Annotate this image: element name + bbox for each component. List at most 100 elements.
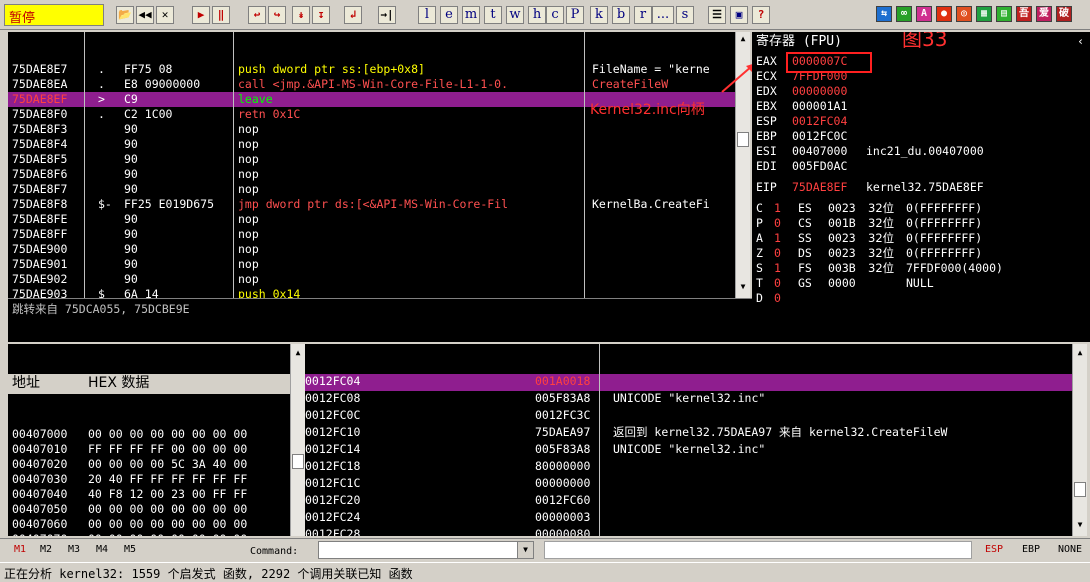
- flag-value[interactable]: 1: [774, 231, 781, 246]
- plugin-icon[interactable]: ●: [936, 6, 952, 22]
- dump-scrollbar[interactable]: ▲: [290, 344, 305, 536]
- stack-pane[interactable]: 0012FC04 001A0018 0012FC08 005F83A8 UNICODE …: [305, 344, 1072, 536]
- trace-into-button[interactable]: ↡: [292, 6, 310, 24]
- stack-address[interactable]: 0012FC1C: [305, 476, 360, 491]
- run-button[interactable]: ▶: [192, 6, 210, 24]
- memory-tab-m3[interactable]: M3: [68, 544, 80, 555]
- disasm-row[interactable]: 75DAE8F3 90 nop: [8, 122, 737, 137]
- stack-row[interactable]: 0012FC24 00000003: [305, 510, 1072, 527]
- window-r-button[interactable]: r: [634, 6, 652, 24]
- layout-icon[interactable]: ▣: [730, 6, 748, 24]
- stack-address[interactable]: 0012FC20: [305, 493, 360, 508]
- dump-row[interactable]: 00407070 00 00 00 00 00 00 00 00: [8, 532, 296, 536]
- window-w-button[interactable]: w: [506, 6, 524, 24]
- dump-header-hex[interactable]: HEX 数据: [88, 376, 149, 391]
- stack-row[interactable]: 0012FC1C 00000000: [305, 476, 1072, 493]
- dump-address[interactable]: 00407030: [12, 472, 67, 487]
- disasm-row[interactable]: 75DAE8E7. FF75 08 push dword ptr ss:[ebp+0…: [8, 62, 737, 77]
- stack-row[interactable]: 0012FC0C 0012FC3C: [305, 408, 1072, 425]
- flag-value[interactable]: 1: [774, 261, 781, 276]
- memory-tab-m2[interactable]: M2: [40, 544, 52, 555]
- stack-row[interactable]: 0012FC04 001A0018: [305, 374, 1072, 391]
- window-h-button[interactable]: h: [528, 6, 546, 24]
- memory-tab-m5[interactable]: M5: [124, 544, 136, 555]
- register-value[interactable]: 0012FC0C: [792, 129, 847, 144]
- window-t-button[interactable]: t: [484, 6, 502, 24]
- goto-button[interactable]: →|: [378, 6, 396, 24]
- scroll-thumb[interactable]: [1074, 482, 1086, 497]
- disasm-address[interactable]: 75DAE902: [12, 272, 67, 287]
- memory-tab-m1[interactable]: M1: [14, 544, 26, 555]
- disasm-address[interactable]: 75DAE8F8: [12, 197, 67, 212]
- disasm-row[interactable]: 75DAE8FF 90 nop: [8, 227, 737, 242]
- step-into-button[interactable]: ↩: [248, 6, 266, 24]
- disasm-address[interactable]: 75DAE8EF: [12, 92, 67, 107]
- disasm-address[interactable]: 75DAE8F7: [12, 182, 67, 197]
- stack-row[interactable]: 0012FC14 005F83A8 UNICODE "kernel32.inc": [305, 442, 1072, 459]
- disasm-address[interactable]: 75DAE8EA: [12, 77, 67, 92]
- follow-esp-button[interactable]: ESP: [985, 544, 1003, 555]
- dump-header-address[interactable]: 地址: [12, 376, 40, 391]
- scroll-down-icon[interactable]: ▼: [1073, 520, 1087, 532]
- register-value[interactable]: 00407000: [792, 144, 847, 159]
- plugin-icon[interactable]: 吾: [1016, 6, 1032, 22]
- plugin-icon[interactable]: ▦: [976, 6, 992, 22]
- stack-row[interactable]: 0012FC20 0012FC60: [305, 493, 1072, 510]
- register-value[interactable]: 75DAE8EF: [792, 180, 847, 195]
- step-over-button[interactable]: ↪: [268, 6, 286, 24]
- open-icon[interactable]: 📂: [116, 6, 134, 24]
- stack-address[interactable]: 0012FC04: [305, 374, 360, 389]
- memory-tab-m4[interactable]: M4: [96, 544, 108, 555]
- plugin-icon[interactable]: ◎: [956, 6, 972, 22]
- dump-address[interactable]: 00407060: [12, 517, 67, 532]
- command-input[interactable]: ▼: [318, 541, 534, 559]
- flag-value[interactable]: 0: [774, 216, 781, 231]
- flag-value[interactable]: 0: [774, 276, 781, 291]
- dump-row[interactable]: 00407000 00 00 00 00 00 00 00 00: [8, 427, 296, 442]
- disasm-address[interactable]: 75DAE903: [12, 287, 67, 298]
- disasm-row[interactable]: 75DAE8F5 90 nop: [8, 152, 737, 167]
- disasm-row[interactable]: 75DAE901 90 nop: [8, 257, 737, 272]
- disasm-row[interactable]: 75DAE900 90 nop: [8, 242, 737, 257]
- dump-address[interactable]: 00407040: [12, 487, 67, 502]
- registers-pane[interactable]: 寄存器 (FPU) ‹ 图33 EAX 0000007C ECX 7FFDF000 ED…: [752, 32, 1090, 342]
- dump-pane[interactable]: 地址 HEX 数据 00407000 00 00 00 00 00 00 00 0…: [8, 344, 296, 536]
- dump-address[interactable]: 00407050: [12, 502, 67, 517]
- window-c-button[interactable]: c: [546, 6, 564, 24]
- plugin-icon[interactable]: ∞: [896, 6, 912, 22]
- dump-row[interactable]: 00407050 00 00 00 00 00 00 00 00: [8, 502, 296, 517]
- scroll-up-icon[interactable]: ▲: [1073, 348, 1087, 360]
- disasm-address[interactable]: 75DAE8FE: [12, 212, 67, 227]
- disassembly-pane[interactable]: 75DAE8E7. FF75 08 push dword ptr ss:[ebp+0…: [8, 32, 737, 298]
- stack-address[interactable]: 0012FC18: [305, 459, 360, 474]
- stack-row[interactable]: 0012FC08 005F83A8 UNICODE "kernel32.inc": [305, 391, 1072, 408]
- disasm-address[interactable]: 75DAE8F0: [12, 107, 67, 122]
- disasm-address[interactable]: 75DAE900: [12, 242, 67, 257]
- window-more-button[interactable]: ...: [652, 6, 674, 24]
- disasm-row[interactable]: 75DAE8F4 90 nop: [8, 137, 737, 152]
- stack-address[interactable]: 0012FC24: [305, 510, 360, 525]
- plugin-icon[interactable]: 破: [1056, 6, 1072, 22]
- scroll-thumb[interactable]: [737, 132, 749, 147]
- register-value[interactable]: 000001A1: [792, 99, 847, 114]
- follow-ebp-button[interactable]: EBP: [1022, 544, 1040, 555]
- dump-row[interactable]: 00407040 40 F8 12 00 23 00 FF FF: [8, 487, 296, 502]
- pause-button[interactable]: ‖: [212, 6, 230, 24]
- window-e-button[interactable]: e: [440, 6, 458, 24]
- follow-none-button[interactable]: NONE: [1058, 544, 1082, 555]
- disasm-row[interactable]: 75DAE8F7 90 nop: [8, 182, 737, 197]
- plugin-icon[interactable]: ▤: [996, 6, 1012, 22]
- disasm-address[interactable]: 75DAE8F4: [12, 137, 67, 152]
- dump-row[interactable]: 00407030 20 40 FF FF FF FF FF FF: [8, 472, 296, 487]
- scroll-thumb[interactable]: [292, 454, 304, 469]
- list-icon[interactable]: ☰: [708, 6, 726, 24]
- disasm-row[interactable]: 75DAE8F6 90 nop: [8, 167, 737, 182]
- window-k-button[interactable]: k: [590, 6, 608, 24]
- disasm-address[interactable]: 75DAE8FF: [12, 227, 67, 242]
- plugin-icon[interactable]: A: [916, 6, 932, 22]
- disasm-row[interactable]: 75DAE903 $6A 14 push 0x14: [8, 287, 737, 298]
- scroll-up-icon[interactable]: ▲: [736, 34, 750, 46]
- stack-scrollbar[interactable]: ▲ ▼: [1072, 344, 1087, 536]
- window-b-button[interactable]: b: [612, 6, 630, 24]
- register-value[interactable]: 00000000: [792, 84, 847, 99]
